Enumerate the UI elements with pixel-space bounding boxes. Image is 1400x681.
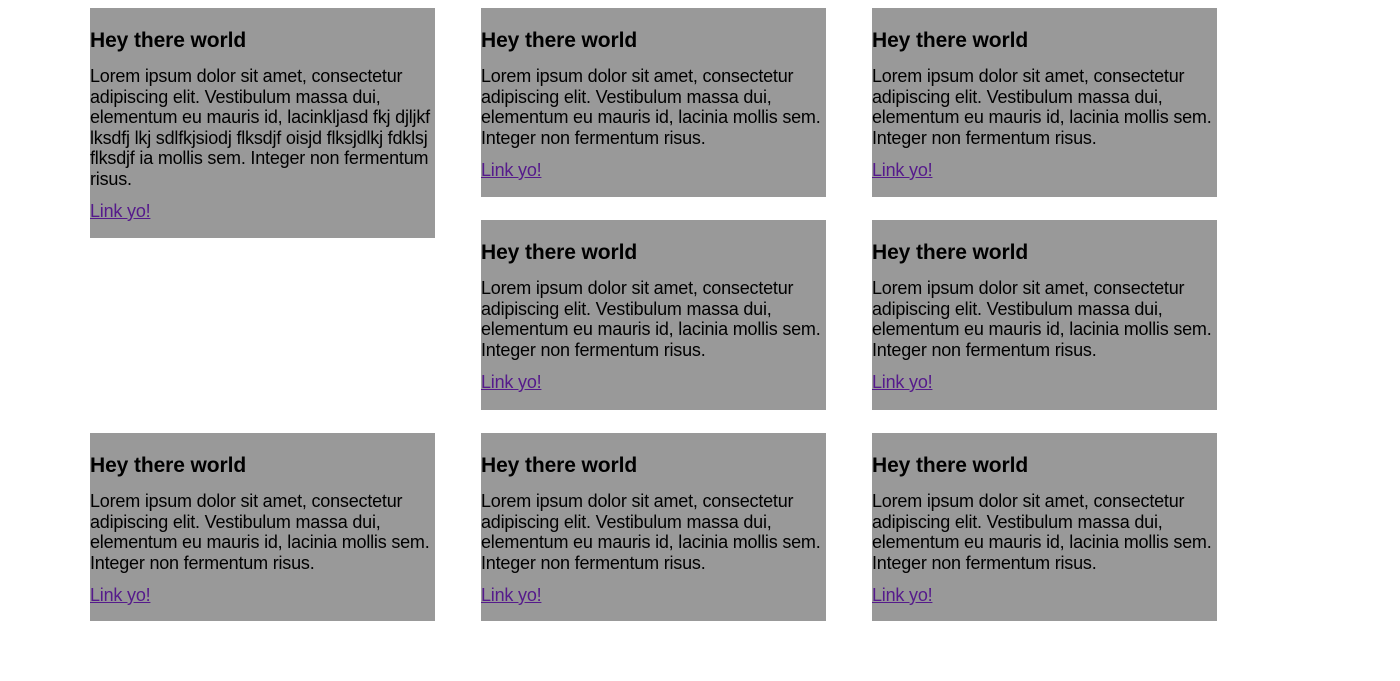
card-heading: Hey there world	[481, 454, 638, 477]
card: Hey there world Lorem ipsum dolor sit am…	[872, 8, 1217, 197]
card-link[interactable]: Link yo!	[481, 585, 826, 605]
card-heading: Hey there world	[481, 29, 638, 52]
card: Hey there world Lorem ipsum dolor sit am…	[481, 433, 826, 621]
card: Hey there world Lorem ipsum dolor sit am…	[872, 220, 1217, 410]
card-heading: Hey there world	[90, 29, 247, 52]
card: Hey there world Lorem ipsum dolor sit am…	[90, 8, 435, 238]
card-heading: Hey there world	[90, 454, 247, 477]
card-body: Lorem ipsum dolor sit amet, consectetur …	[481, 278, 821, 360]
card-body: Lorem ipsum dolor sit amet, consectetur …	[872, 278, 1212, 360]
card-heading: Hey there world	[872, 29, 1029, 52]
card: Hey there world Lorem ipsum dolor sit am…	[90, 433, 435, 621]
card: Hey there world Lorem ipsum dolor sit am…	[481, 220, 826, 410]
card-body: Lorem ipsum dolor sit amet, consectetur …	[90, 491, 430, 573]
card-link[interactable]: Link yo!	[481, 372, 826, 392]
card-heading: Hey there world	[481, 241, 638, 264]
card: Hey there world Lorem ipsum dolor sit am…	[872, 433, 1217, 621]
card-link[interactable]: Link yo!	[90, 201, 435, 221]
card-link[interactable]: Link yo!	[90, 585, 435, 605]
card-heading: Hey there world	[872, 241, 1029, 264]
card-body: Lorem ipsum dolor sit amet, consectetur …	[481, 491, 821, 573]
card: Hey there world Lorem ipsum dolor sit am…	[481, 8, 826, 197]
page: Hey there world Lorem ipsum dolor sit am…	[0, 0, 1400, 681]
card-link[interactable]: Link yo!	[481, 160, 826, 180]
card-link[interactable]: Link yo!	[872, 372, 1217, 392]
card-link[interactable]: Link yo!	[872, 585, 1217, 605]
card-link[interactable]: Link yo!	[872, 160, 1217, 180]
card-body: Lorem ipsum dolor sit amet, consectetur …	[872, 491, 1212, 573]
card-body: Lorem ipsum dolor sit amet, consectetur …	[481, 66, 821, 148]
card-body: Lorem ipsum dolor sit amet, consectetur …	[90, 66, 430, 189]
card-heading: Hey there world	[872, 454, 1029, 477]
card-body: Lorem ipsum dolor sit amet, consectetur …	[872, 66, 1212, 148]
